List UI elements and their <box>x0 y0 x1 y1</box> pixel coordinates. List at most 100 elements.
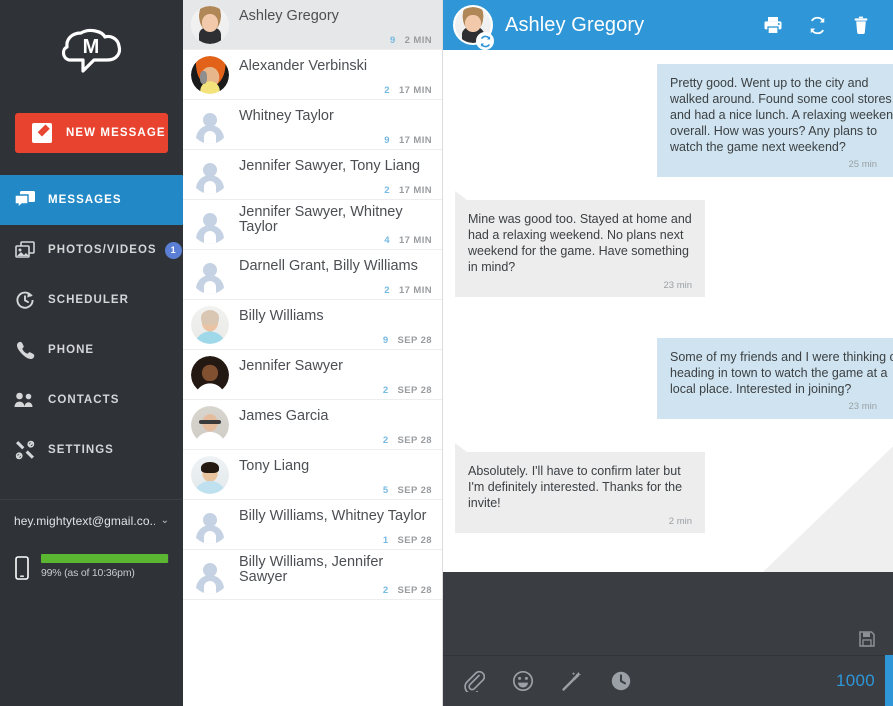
cloud-logo-icon: M <box>61 28 121 73</box>
mightytext-app-window: M NEW MESSAGE MESSAGES PHOTOS/VIDEOS 1 S… <box>0 0 893 706</box>
chevron-down-icon: ⌄ <box>160 515 169 526</box>
avatar-placeholder-icon <box>191 505 229 544</box>
conversation-row[interactable]: Alexander Verbinski 2 17 MIN <box>183 50 442 100</box>
battery-status: 99% (as of 10:36pm) <box>0 542 183 580</box>
conversation-message-count: 9 <box>389 35 396 46</box>
conversation-meta: 9 2 MIN <box>390 35 432 46</box>
decorative-corner-shape <box>763 427 893 572</box>
avatar <box>191 305 229 344</box>
conversation-row[interactable]: Darnell Grant, Billy Williams 2 17 MIN <box>183 250 442 300</box>
conversation-row[interactable]: Whitney Taylor 9 17 MIN <box>183 100 442 150</box>
conversation-meta: 9 17 MIN <box>384 135 432 146</box>
sidebar-item-messages[interactable]: MESSAGES <box>0 175 183 225</box>
conversation-row[interactable]: Jennifer Sawyer 2 SEP 28 <box>183 350 442 400</box>
conversation-message-count: 9 <box>382 335 389 346</box>
conversation-list: Ashley Gregory 9 2 MIN Alexander Verbinski 2… <box>183 0 442 600</box>
conversation-name: Darnell Grant, Billy Williams <box>239 259 418 274</box>
send-button[interactable] <box>885 655 893 706</box>
message-text: Mine was good too. Stayed at home and ha… <box>468 212 692 274</box>
chat-header: Ashley Gregory <box>443 0 893 50</box>
conversation-name: Jennifer Sawyer <box>239 359 343 374</box>
conversation-row[interactable]: Billy Williams, Whitney Taylor 1 SEP 28 <box>183 500 442 550</box>
emoji-button[interactable] <box>510 668 536 694</box>
conversation-name: Alexander Verbinski <box>239 59 368 74</box>
account-selector[interactable]: hey.mightytext@gmail.co... ⌄ <box>0 500 183 542</box>
sidebar-item-contacts-label: CONTACTS <box>48 394 120 406</box>
refresh-button[interactable] <box>807 15 827 35</box>
conversation-timestamp: 17 MIN <box>398 135 432 146</box>
sidebar-item-settings[interactable]: SETTINGS <box>0 425 183 475</box>
conversation-meta: 2 17 MIN <box>384 85 432 96</box>
conversation-name: Billy Williams, Jennifer Sawyer <box>239 555 384 585</box>
conversation-row[interactable]: Jennifer Sawyer, Whitney Taylor 4 17 MIN <box>183 200 442 250</box>
attach-button[interactable] <box>461 668 487 694</box>
message-bubble-outgoing: Pretty good. Went up to the city and wal… <box>657 64 893 177</box>
conversation-meta: 2 17 MIN <box>384 285 432 296</box>
conversation-meta: 9 SEP 28 <box>383 335 432 346</box>
print-button[interactable] <box>763 15 783 35</box>
conversation-row[interactable]: Billy Williams, Jennifer Sawyer 2 SEP 28 <box>183 550 442 600</box>
sidebar-item-photos-videos[interactable]: PHOTOS/VIDEOS 1 <box>0 225 183 275</box>
new-message-button[interactable]: NEW MESSAGE <box>15 113 168 153</box>
save-draft-icon[interactable] <box>859 631 875 647</box>
conversation-message-count: 5 <box>382 485 389 496</box>
message-time: 25 min <box>848 159 877 170</box>
app-logo: M <box>0 0 183 103</box>
message-text: Pretty good. Went up to the city and wal… <box>670 76 893 154</box>
conversation-row[interactable]: Tony Liang 5 SEP 28 <box>183 450 442 500</box>
character-counter: 1000 <box>835 671 875 690</box>
conversation-meta: 2 17 MIN <box>384 185 432 196</box>
message-meta: 23 min <box>848 400 893 413</box>
conversation-message-count: 2 <box>384 185 390 196</box>
avatar <box>191 5 229 44</box>
conversation-meta: 4 17 MIN <box>384 235 432 246</box>
chat-contact-name: Ashley Gregory <box>505 13 645 36</box>
battery-track <box>41 554 169 563</box>
conversation-row[interactable]: James Garcia 2 SEP 28 <box>183 400 442 450</box>
conversation-avatar <box>191 505 229 544</box>
photos-icon <box>14 239 36 261</box>
conversation-message-count: 2 <box>384 285 390 296</box>
conversation-name: Jennifer Sawyer, Whitney Taylor <box>239 205 403 235</box>
sidebar-item-phone[interactable]: PHONE <box>0 325 183 375</box>
compose-pencil-icon <box>32 123 52 143</box>
conversation-message-count: 2 <box>382 585 389 596</box>
mobile-phone-icon <box>14 556 30 580</box>
conversation-name: Whitney Taylor <box>239 109 334 124</box>
conversation-avatar <box>191 555 229 594</box>
conversation-row[interactable]: Ashley Gregory 9 2 MIN <box>183 0 442 50</box>
message-time: 23 min <box>848 401 877 412</box>
avatar-placeholder-icon <box>191 555 229 594</box>
battery-meter: 99% (as of 10:36pm) <box>41 554 169 579</box>
message-text: Absolutely. I'll have to confirm later b… <box>468 464 683 510</box>
message-thread[interactable]: Pretty good. Went up to the city and wal… <box>443 50 893 572</box>
sidebar-item-contacts[interactable]: CONTACTS <box>0 375 183 425</box>
conversation-timestamp: SEP 28 <box>397 435 432 446</box>
message-bubble-incoming: Mine was good too. Stayed at home and ha… <box>455 191 705 297</box>
message-input-area[interactable] <box>443 572 893 656</box>
conversation-name: Ashley Gregory <box>239 9 339 24</box>
conversation-avatar <box>191 105 229 144</box>
conversation-list-panel[interactable]: Ashley Gregory 9 2 MIN Alexander Verbinski 2… <box>183 0 443 706</box>
conversation-name: James Garcia <box>239 409 329 424</box>
conversation-name: Tony Liang <box>239 459 310 474</box>
conversation-meta: 2 SEP 28 <box>383 585 432 596</box>
message-text: Some of my friends and I were thinking o… <box>670 350 893 396</box>
sidebar-item-scheduler[interactable]: SCHEDULER <box>0 275 183 325</box>
conversation-message-count: 9 <box>384 135 390 146</box>
settings-icon <box>14 439 36 461</box>
conversation-row[interactable]: Jennifer Sawyer, Tony Liang 2 17 MIN <box>183 150 442 200</box>
svg-text:M: M <box>82 36 99 58</box>
conversation-avatar <box>191 405 229 444</box>
sidebar-item-messages-label: MESSAGES <box>48 194 122 206</box>
conversation-meta: 2 SEP 28 <box>383 385 432 396</box>
conversation-avatar <box>191 455 229 494</box>
conversation-row[interactable]: Billy Williams 9 SEP 28 <box>183 300 442 350</box>
schedule-button[interactable] <box>608 668 634 694</box>
photos-unread-badge: 1 <box>164 241 182 259</box>
sync-icon <box>476 32 494 50</box>
sidebar-item-scheduler-label: SCHEDULER <box>48 294 130 306</box>
templates-button[interactable] <box>559 668 585 694</box>
delete-button[interactable] <box>851 15 871 35</box>
avatar <box>191 455 229 494</box>
